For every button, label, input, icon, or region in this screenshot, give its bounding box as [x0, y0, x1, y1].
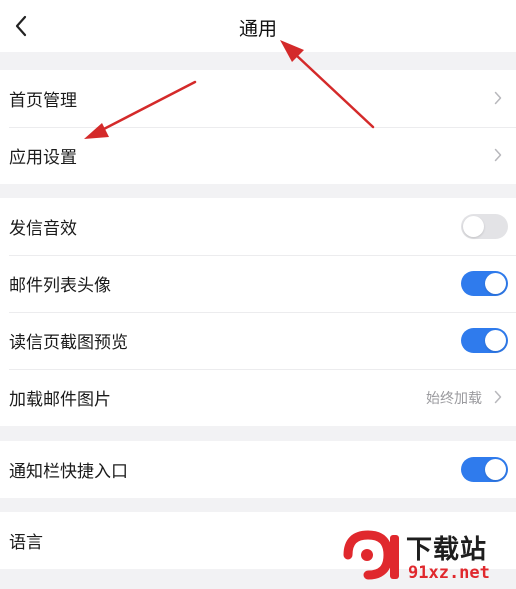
toggle-knob [485, 459, 506, 480]
row-label: 应用设置 [9, 148, 77, 168]
settings-group-notification: 通知栏快捷入口 [0, 441, 516, 498]
chevron-right-icon [494, 148, 502, 162]
row-homepage-management[interactable]: 首页管理 [0, 70, 516, 127]
header-bar: 通用 [0, 0, 516, 52]
row-notification-shortcut: 通知栏快捷入口 [0, 441, 516, 498]
row-label: 邮件列表头像 [9, 276, 111, 296]
load-images-value: 始终加载 [426, 390, 482, 407]
watermark-logo-icon [343, 530, 399, 580]
row-label: 首页管理 [9, 91, 77, 111]
settings-group-main: 首页管理 应用设置 [0, 70, 516, 184]
row-mail-list-avatar: 邮件列表头像 [0, 255, 516, 312]
row-label: 语言 [9, 533, 43, 553]
watermark-url: 91xz.net [408, 563, 490, 583]
watermark: 下载站 91xz.net [342, 527, 514, 587]
toggle-knob [463, 216, 484, 237]
chevron-right-icon [494, 390, 502, 404]
row-send-sound: 发信音效 [0, 198, 516, 255]
row-label: 读信页截图预览 [9, 333, 128, 353]
row-label: 通知栏快捷入口 [9, 462, 128, 482]
row-app-settings[interactable]: 应用设置 [0, 127, 516, 184]
watermark-cn: 下载站 [406, 535, 488, 565]
settings-group-mail: 发信音效 邮件列表头像 读信页截图预览 加载邮件图片 始终加载 [0, 198, 516, 426]
screenshot-preview-toggle[interactable] [461, 328, 508, 353]
mail-list-avatar-toggle[interactable] [461, 271, 508, 296]
row-label: 发信音效 [9, 219, 77, 239]
toggle-knob [485, 330, 506, 351]
row-label: 加载邮件图片 [9, 390, 111, 410]
send-sound-toggle[interactable] [461, 214, 508, 239]
chevron-right-icon [494, 91, 502, 105]
notification-shortcut-toggle[interactable] [461, 457, 508, 482]
row-screenshot-preview: 读信页截图预览 [0, 312, 516, 369]
row-load-images[interactable]: 加载邮件图片 始终加载 [0, 369, 516, 426]
toggle-knob [485, 273, 506, 294]
page-title: 通用 [238, 18, 277, 40]
